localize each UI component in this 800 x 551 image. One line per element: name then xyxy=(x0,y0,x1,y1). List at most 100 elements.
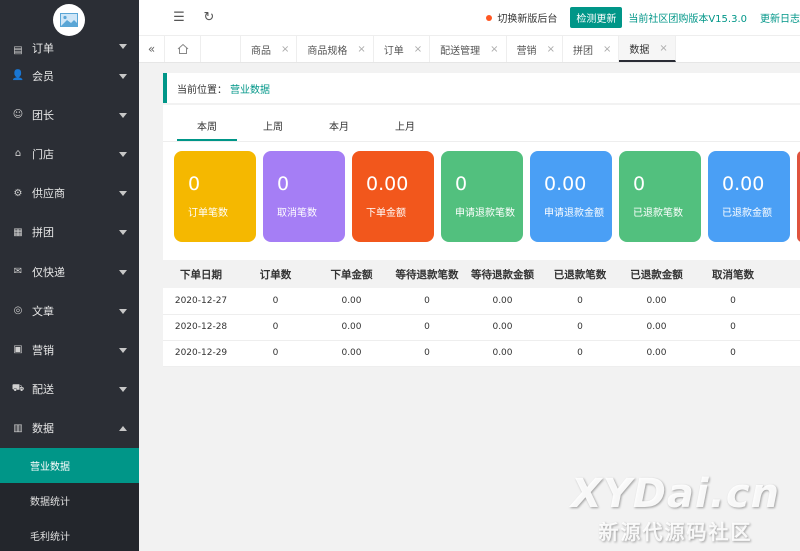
close-icon[interactable]: × xyxy=(414,44,422,55)
chevron-down-icon xyxy=(119,151,127,157)
table-cell: 0 xyxy=(542,288,618,315)
tab-item[interactable]: 营销 × xyxy=(507,36,563,62)
close-icon[interactable]: × xyxy=(357,44,365,55)
close-icon[interactable]: × xyxy=(490,44,498,55)
table-cell: 0.00 xyxy=(312,288,391,315)
column-header: 已退款金额 xyxy=(618,260,695,288)
sidebar-item-user[interactable]: 👤 会员 xyxy=(0,56,139,95)
table-cell: 0.00 xyxy=(312,314,391,341)
store-icon: ⌂ xyxy=(14,148,22,160)
tabs-scroll-left-icon[interactable]: « xyxy=(139,36,165,62)
tab-label: 营销 xyxy=(516,45,537,57)
table-cell: 0 xyxy=(391,288,463,315)
stat-card: 0.00 已退款金额 xyxy=(708,151,790,242)
summary-cards: 0 订单笔数 0 取消笔数 0.00 下单金额 0 申请退款笔数 0.00 申请退款金额 0 已退款笔… xyxy=(174,151,800,242)
sidebar-item-label: 供应商 xyxy=(32,187,65,201)
logo-area xyxy=(0,0,139,36)
close-icon[interactable]: × xyxy=(659,43,667,54)
sidebar: ▤ 订单 👤 会员 ☺ 团长 ⌂ 门店 ⚙ 供应商 ▦ 拼团 ✉ 仅快递 ◎ 文章 ▣ 营销 ⛟ 配送 ▥ 数据 营业数据数… xyxy=(0,0,139,551)
order-icon: ▤ xyxy=(13,44,23,56)
chevron-down-icon xyxy=(119,112,127,118)
table-header-row: 下单日期订单数下单金额等待退款笔数等待退款金额已退款笔数已退款金额取消笔数取消 xyxy=(163,260,800,288)
sidebar-subitem[interactable]: 数据统计 xyxy=(0,483,139,518)
sidebar-item-chart[interactable]: ▥ 数据 xyxy=(0,409,139,448)
column-header: 等待退款笔数 xyxy=(391,260,463,288)
tab-item[interactable]: 商品 × xyxy=(241,36,298,62)
home-tab-icon[interactable] xyxy=(165,36,201,62)
switch-new-admin-link[interactable]: 切换新版后台 xyxy=(497,10,557,25)
refresh-icon[interactable]: ↻ xyxy=(194,0,224,36)
chevron-down-icon xyxy=(119,44,127,49)
tab-item[interactable]: 数据 × xyxy=(619,36,676,62)
sidebar-item-group-buy[interactable]: ▦ 拼团 xyxy=(0,213,139,252)
check-update-button[interactable]: 检测更新 xyxy=(570,7,623,28)
sidebar-item-label: 配送 xyxy=(32,383,54,397)
period-tab[interactable]: 上周 xyxy=(240,118,306,141)
sidebar-item-order[interactable]: ▤ 订单 xyxy=(0,36,139,56)
sidebar-item-label: 会员 xyxy=(32,69,54,83)
sidebar-menu: ▤ 订单 👤 会员 ☺ 团长 ⌂ 门店 ⚙ 供应商 ▦ 拼团 ✉ 仅快递 ◎ 文章 ▣ 营销 ⛟ 配送 ▥ 数据 营业数据数… xyxy=(0,36,139,551)
changelog-link[interactable]: 更新日志 xyxy=(760,10,800,25)
stat-card: 0.00 下单金额 xyxy=(352,151,434,242)
tab-item[interactable]: 订单 × xyxy=(374,36,431,62)
sidebar-item-express[interactable]: ✉ 仅快递 xyxy=(0,252,139,291)
chart-icon: ▥ xyxy=(13,422,23,434)
stat-value: 0.00 xyxy=(544,173,587,195)
table-cell: 0.00 xyxy=(618,340,695,367)
column-header: 已退款笔数 xyxy=(542,260,618,288)
stat-value: 0 xyxy=(277,173,290,195)
delivery-icon: ⛟ xyxy=(11,382,25,394)
stat-value: 0.00 xyxy=(722,173,765,195)
period-tab[interactable]: 上月 xyxy=(372,118,438,141)
chevron-down-icon xyxy=(119,191,127,197)
tab-label: 商品 xyxy=(251,45,271,57)
version-label: 当前社区团购版本V15.3.0 xyxy=(628,14,747,25)
collapse-menu-icon[interactable]: ☰ xyxy=(164,0,194,36)
stat-card: 0 订单笔数 xyxy=(174,151,256,242)
close-icon[interactable]: × xyxy=(603,44,611,55)
table-cell: 0.00 xyxy=(312,340,391,367)
table-cell: 0 xyxy=(771,314,800,341)
logo[interactable] xyxy=(53,4,85,36)
sidebar-item-marketing[interactable]: ▣ 营销 xyxy=(0,330,139,369)
sidebar-item-delivery[interactable]: ⛟ 配送 xyxy=(0,370,139,409)
close-icon[interactable]: × xyxy=(547,44,555,55)
tab-item[interactable]: 商品规格 × xyxy=(297,36,374,62)
sidebar-item-supplier[interactable]: ⚙ 供应商 xyxy=(0,174,139,213)
breadcrumb-current[interactable]: 营业数据 xyxy=(230,81,270,96)
sidebar-item-leader[interactable]: ☺ 团长 xyxy=(0,95,139,134)
article-icon: ◎ xyxy=(13,305,23,317)
column-header: 下单金额 xyxy=(312,260,391,288)
table-cell: 0 xyxy=(391,340,463,367)
sidebar-item-label: 营销 xyxy=(32,343,54,357)
sidebar-item-store[interactable]: ⌂ 门店 xyxy=(0,134,139,173)
sidebar-item-article[interactable]: ◎ 文章 xyxy=(0,291,139,330)
tab-item[interactable]: 拼团 × xyxy=(563,36,620,62)
sidebar-subitem[interactable]: 营业数据 xyxy=(0,447,139,483)
sidebar-item-label: 团长 xyxy=(32,108,54,122)
sidebar-item-label: 文章 xyxy=(32,304,54,318)
tab-spacer xyxy=(201,36,241,62)
leader-icon: ☺ xyxy=(12,109,24,121)
column-header: 下单日期 xyxy=(163,260,239,288)
close-icon[interactable]: × xyxy=(281,44,289,55)
table-cell: 0 xyxy=(391,314,463,341)
table-cell: 0 xyxy=(771,288,800,315)
period-tab[interactable]: 本周 xyxy=(174,118,240,141)
stat-value: 0 xyxy=(633,173,646,195)
tab-label: 配送管理 xyxy=(440,45,481,57)
table-cell: 0.00 xyxy=(463,340,542,367)
period-tab[interactable]: 本月 xyxy=(306,118,372,141)
chevron-up-icon xyxy=(119,426,127,432)
table-cell: 2020-12-28 xyxy=(163,314,239,341)
breadcrumb: 当前位置： 营业数据 xyxy=(163,73,800,103)
supplier-icon: ⚙ xyxy=(13,187,23,199)
table-row: 2020-12-2800.0000.0000.0000 xyxy=(163,314,800,341)
tab-item[interactable]: 配送管理 × xyxy=(430,36,507,62)
group-buy-icon: ▦ xyxy=(13,226,23,238)
stat-value: 0.00 xyxy=(366,173,409,195)
table-cell: 0 xyxy=(239,288,312,315)
sidebar-subitem[interactable]: 毛利统计 xyxy=(0,518,139,551)
column-header: 订单数 xyxy=(239,260,312,288)
status-dot xyxy=(486,14,493,21)
